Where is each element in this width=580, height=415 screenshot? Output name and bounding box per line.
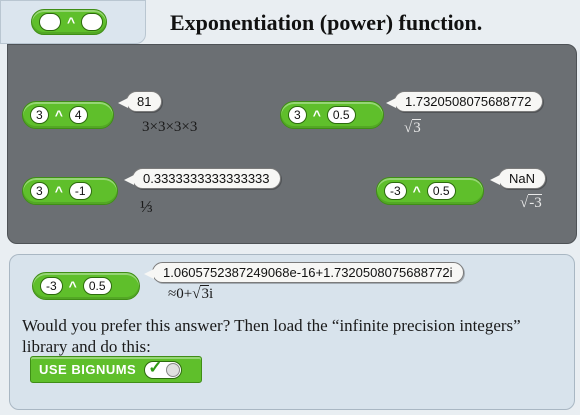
toggle-knob [166, 362, 181, 377]
exponent-slot[interactable]: 0.5 [82, 277, 112, 295]
check-icon: ✓ [148, 357, 163, 377]
power-block-3-0.5[interactable]: 3 ^ 0.5 [280, 101, 384, 129]
result-bubble: 1.7320508075688772 [386, 91, 543, 112]
exponent-slot[interactable]: 4 [68, 106, 88, 124]
sqrt-symbol: √ [404, 120, 413, 136]
sqrt-symbol: √ [520, 195, 529, 211]
power-operator: ^ [412, 183, 421, 199]
power-block-minus3-0.5-bignum[interactable]: -3 ^ 0.5 [32, 272, 140, 300]
use-bignums-label: USE BIGNUMS [39, 362, 137, 377]
bignum-description: Would you prefer this answer? Then load … [22, 316, 521, 356]
base-slot[interactable]: -3 [384, 182, 407, 200]
result-note: ≈0+√3i [168, 285, 214, 302]
result-note: 3×3×3×3 [142, 119, 198, 135]
power-block-3-minus1[interactable]: 3 ^ -1 [22, 177, 118, 205]
exponent-slot-empty[interactable] [81, 13, 104, 31]
base-slot[interactable]: 3 [30, 182, 49, 200]
radicand: 3 [412, 119, 421, 136]
result-bubble: 0.3333333333333333 [124, 168, 281, 189]
header-tab: ^ [0, 0, 146, 44]
result-note: √-3 [520, 194, 542, 212]
power-template-block[interactable]: ^ [31, 9, 107, 35]
base-slot[interactable]: -3 [40, 277, 63, 295]
power-operator: ^ [68, 278, 77, 294]
base-slot[interactable]: 3 [288, 106, 307, 124]
power-operator: ^ [54, 107, 63, 123]
power-operator: ^ [67, 14, 76, 30]
exponent-slot[interactable]: -1 [68, 182, 92, 200]
base-slot[interactable]: 3 [30, 106, 49, 124]
base-slot-empty[interactable] [39, 13, 61, 31]
result-bubble: NaN [489, 168, 547, 189]
examples-panel [7, 44, 577, 244]
exponent-slot[interactable]: 0.5 [426, 182, 456, 200]
page-title: Exponentiation (power) function. [170, 10, 483, 35]
bignums-toggle[interactable]: ✓ [144, 357, 183, 379]
result-note: ⅓ [140, 197, 153, 216]
result-bubble: 81 [117, 91, 163, 112]
power-block-minus3-0.5[interactable]: -3 ^ 0.5 [376, 177, 484, 205]
power-block-3-4[interactable]: 3 ^ 4 [22, 101, 114, 129]
exponent-slot[interactable]: 0.5 [326, 106, 356, 124]
radicand: -3 [528, 194, 542, 211]
power-operator: ^ [54, 183, 63, 199]
result-bubble: 1.0605752387249068e-16+1.732050807568877… [144, 262, 464, 283]
result-note: √3 [404, 119, 421, 137]
power-operator: ^ [312, 107, 321, 123]
use-bignums-block[interactable]: USE BIGNUMS ✓ [30, 356, 202, 383]
